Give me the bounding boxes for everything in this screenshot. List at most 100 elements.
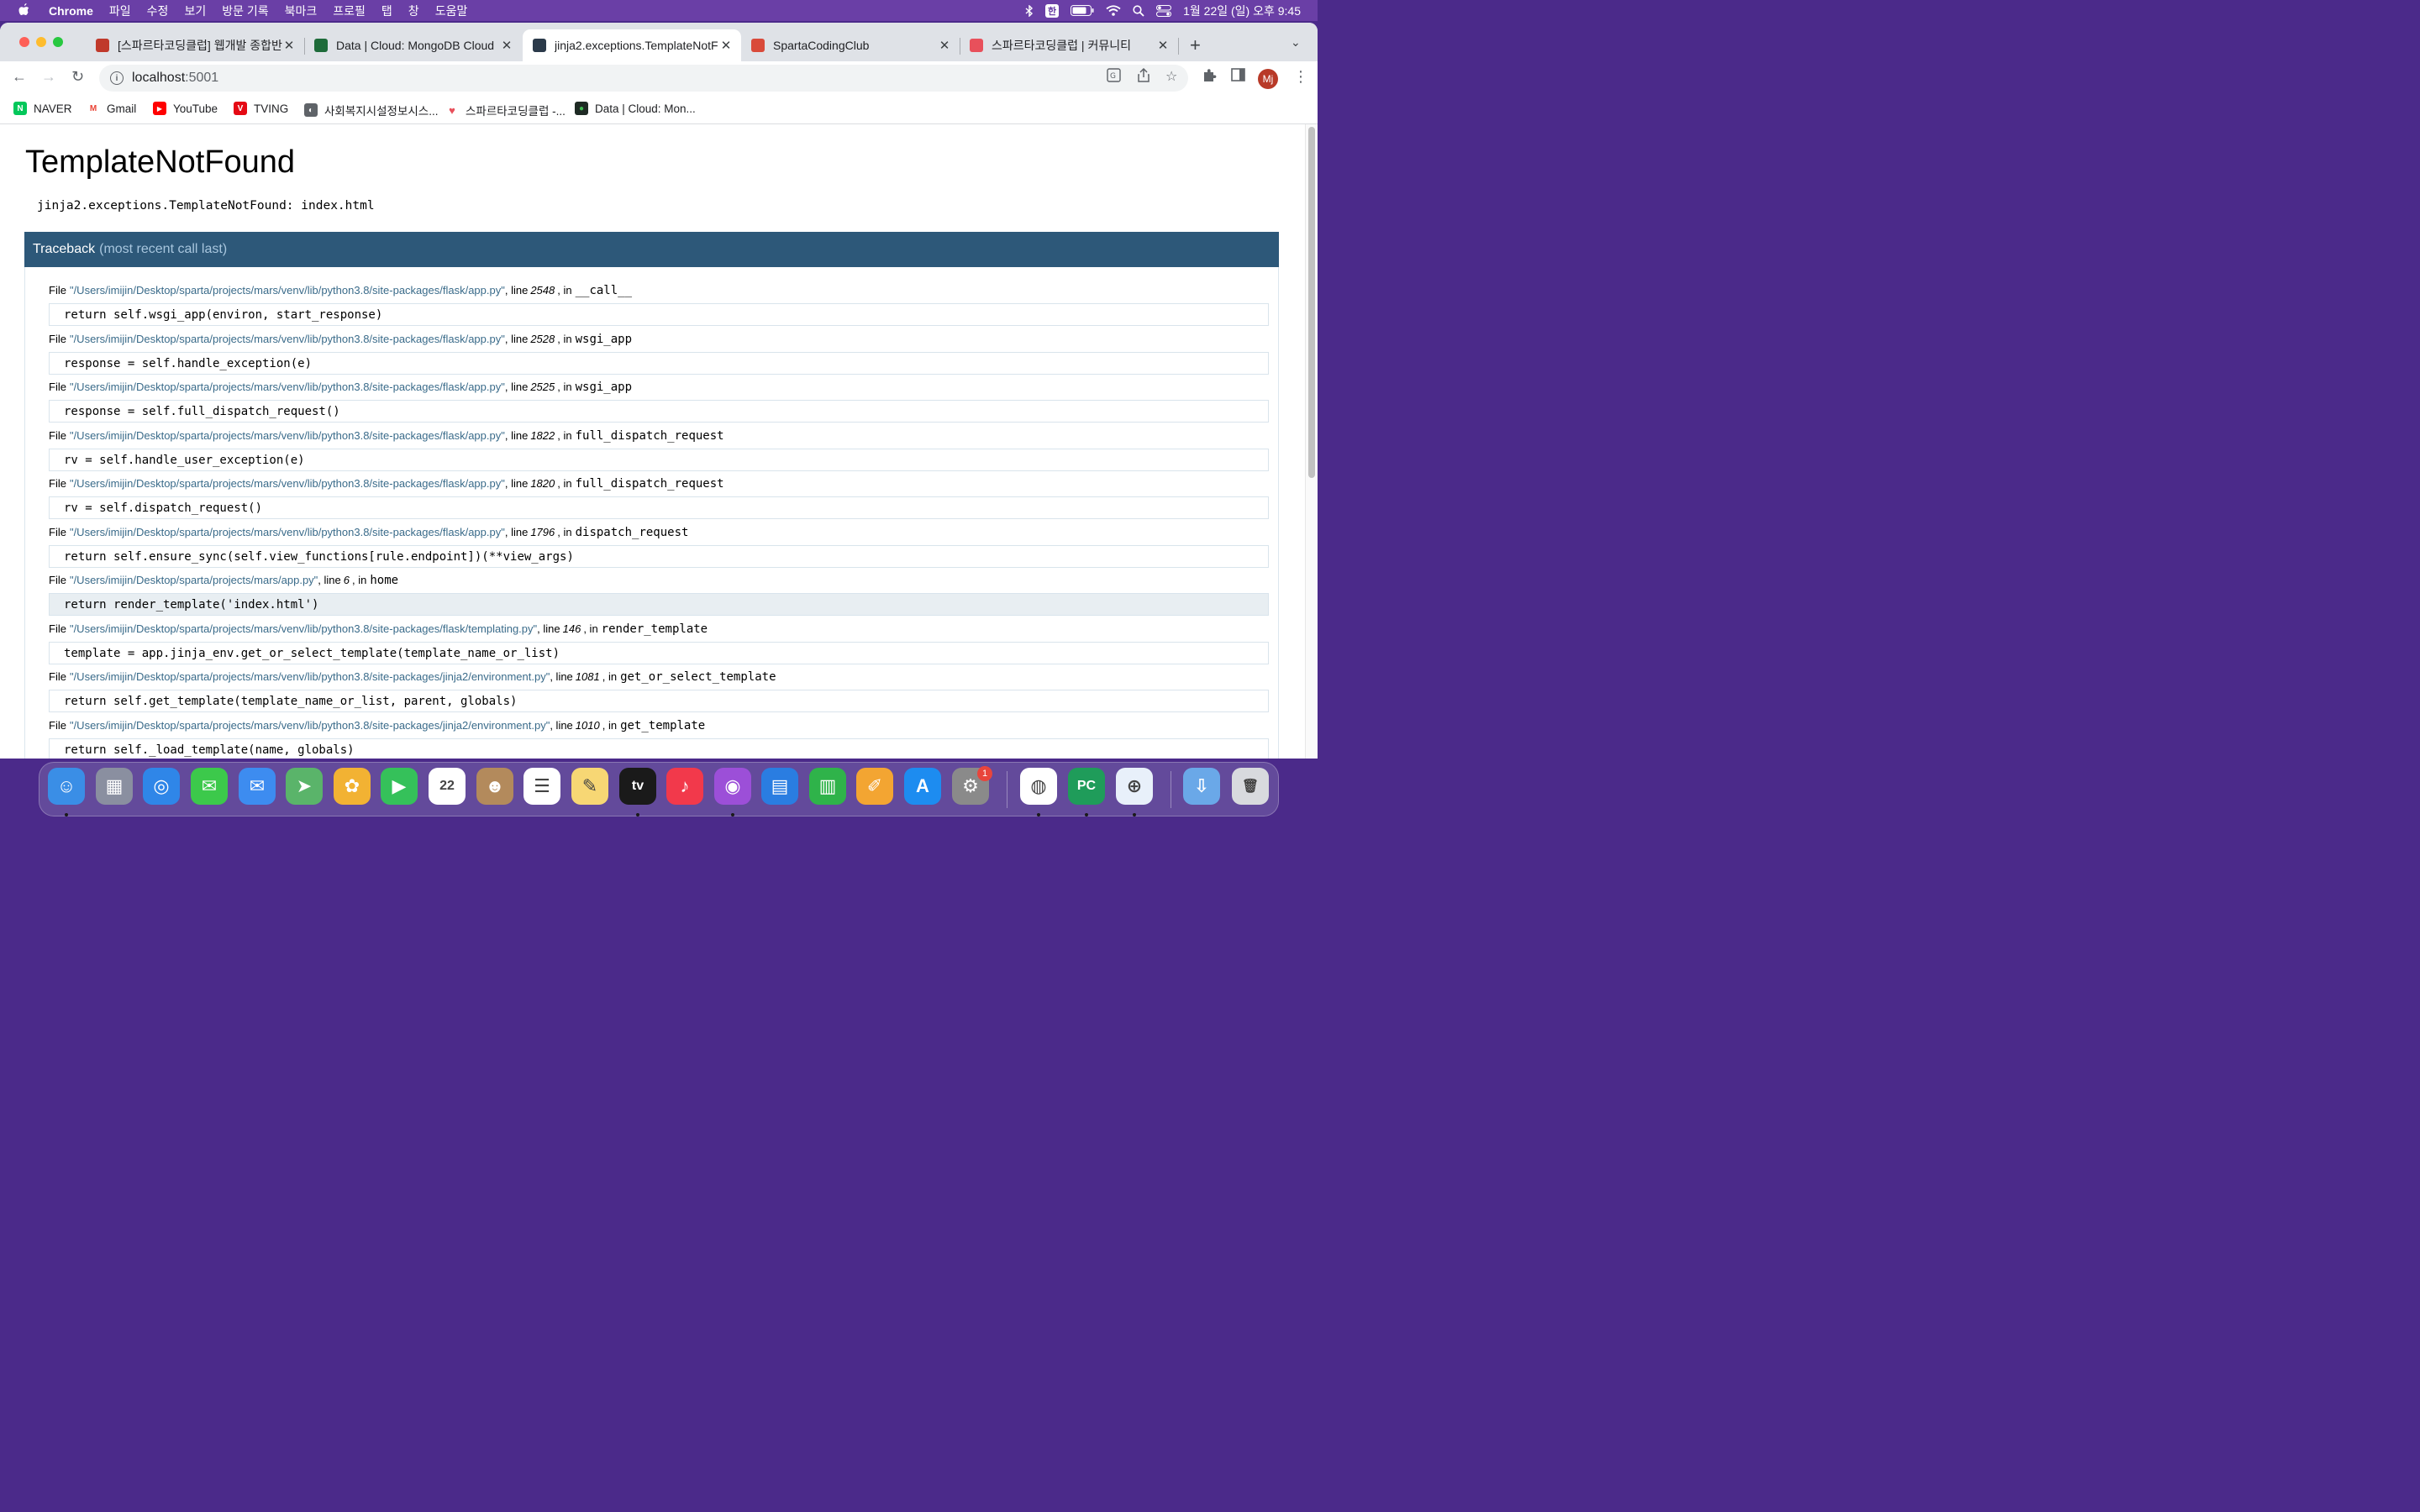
frame-source-line[interactable]: return self.get_template(template_name_o… — [49, 690, 1269, 712]
tab-close-icon[interactable]: ✕ — [500, 38, 513, 53]
bookmark-gmail[interactable]: M Gmail — [87, 102, 136, 115]
frame-file-path[interactable]: "/Users/imijin/Desktop/sparta/projects/m… — [70, 381, 505, 393]
tab-sparta-course[interactable]: [스파르타코딩클럽] 웹개발 종합반 - ✕ — [86, 29, 304, 61]
pages-icon[interactable]: ✐ — [856, 768, 893, 805]
menu-edit[interactable]: 수정 — [147, 3, 169, 19]
window-zoom-button[interactable] — [53, 37, 63, 47]
tab-mongodb[interactable]: Data | Cloud: MongoDB Cloud ✕ — [304, 29, 522, 61]
menu-file[interactable]: 파일 — [109, 3, 131, 19]
window-close-button[interactable] — [19, 37, 29, 47]
tab-close-icon[interactable]: ✕ — [719, 38, 733, 53]
extra-app-icon[interactable]: ⊕ — [1116, 768, 1153, 805]
messages-icon[interactable]: ✉ — [191, 768, 228, 805]
bookmark-tving[interactable]: V TVING — [234, 102, 288, 115]
frame-source-line[interactable]: return render_template('index.html') — [49, 593, 1269, 616]
frame-file-path[interactable]: "/Users/imijin/Desktop/sparta/projects/m… — [70, 284, 505, 297]
frame-source-line[interactable]: response = self.full_dispatch_request() — [49, 400, 1269, 423]
site-info-icon[interactable]: i — [110, 71, 124, 85]
menu-help[interactable]: 도움말 — [435, 3, 468, 19]
tab-close-icon[interactable]: ✕ — [938, 38, 951, 53]
window-minimize-button[interactable] — [36, 37, 46, 47]
new-tab-button[interactable]: + — [1190, 34, 1201, 56]
reload-icon[interactable]: ↻ — [71, 68, 84, 86]
tab-spartacodingclub[interactable]: SpartaCodingClub ✕ — [741, 29, 960, 61]
spotlight-search-icon[interactable] — [1133, 4, 1144, 17]
frame-file-path[interactable]: "/Users/imijin/Desktop/sparta/projects/m… — [70, 477, 505, 490]
forward-arrow-icon[interactable]: → — [41, 68, 56, 86]
menu-window[interactable]: 창 — [408, 3, 419, 19]
battery-icon[interactable] — [1071, 5, 1094, 16]
keynote-icon[interactable]: ▤ — [761, 768, 798, 805]
maps-icon[interactable]: ➤ — [286, 768, 323, 805]
translate-icon[interactable]: G — [1107, 68, 1121, 87]
frame-file-path[interactable]: "/Users/imijin/Desktop/sparta/projects/m… — [70, 622, 537, 635]
notes-icon[interactable]: ✎ — [571, 768, 608, 805]
frame-source-line[interactable]: response = self.handle_exception(e) — [49, 352, 1269, 375]
frame-source-line[interactable]: template = app.jinja_env.get_or_select_t… — [49, 642, 1269, 664]
tab-search-chevron-icon[interactable]: ⌄ — [1291, 35, 1301, 50]
app-store-icon[interactable]: A — [904, 768, 941, 805]
reminders-icon[interactable]: ☰ — [523, 768, 560, 805]
bookmark-mongodb[interactable]: ● Data | Cloud: Mon... — [575, 102, 696, 115]
tab-sparta-community[interactable]: 스파르타코딩클럽 | 커뮤니티 ✕ — [960, 29, 1178, 61]
frame-file-path[interactable]: "/Users/imijin/Desktop/sparta/projects/m… — [70, 333, 505, 345]
frame-source-line[interactable]: rv = self.dispatch_request() — [49, 496, 1269, 519]
frame-file-path[interactable]: "/Users/imijin/Desktop/sparta/projects/m… — [70, 526, 505, 538]
safari-icon[interactable]: ◎ — [143, 768, 180, 805]
menu-profiles[interactable]: 프로필 — [333, 3, 366, 19]
bookmark-youtube[interactable]: ▶ YouTube — [153, 102, 218, 115]
bookmark-social-welfare[interactable]: ◐ 사회복지시설정보시스... — [304, 102, 438, 118]
back-arrow-icon[interactable]: ← — [12, 68, 27, 86]
profile-avatar[interactable]: Mj — [1258, 69, 1278, 89]
bookmark-naver[interactable]: N NAVER — [13, 102, 72, 115]
apple-tv-icon[interactable]: tv — [619, 768, 656, 805]
tab-active-jinja-error[interactable]: jinja2.exceptions.TemplateNotF ✕ — [523, 29, 741, 61]
tab-close-icon[interactable]: ✕ — [1156, 38, 1170, 53]
podcasts-icon[interactable]: ◉ — [714, 768, 751, 805]
menu-view[interactable]: 보기 — [184, 3, 206, 19]
extensions-puzzle-icon[interactable] — [1202, 68, 1217, 87]
contacts-icon[interactable]: ☻ — [476, 768, 513, 805]
tab-close-icon[interactable]: ✕ — [282, 38, 296, 53]
frame-source-line[interactable]: rv = self.handle_user_exception(e) — [49, 449, 1269, 471]
control-center-icon[interactable] — [1156, 4, 1172, 17]
menu-app-name[interactable]: Chrome — [49, 4, 93, 18]
frame-file-path[interactable]: "/Users/imijin/Desktop/sparta/projects/m… — [70, 429, 505, 442]
bluetooth-icon[interactable] — [1025, 4, 1034, 17]
apple-menu-icon[interactable] — [17, 3, 32, 19]
numbers-icon[interactable]: ▥ — [809, 768, 846, 805]
address-bar[interactable]: i localhost:5001 — [99, 65, 1188, 92]
launchpad-icon[interactable]: ▦ — [96, 768, 133, 805]
downloads-folder-icon[interactable]: ⇩ — [1183, 768, 1220, 805]
wifi-icon[interactable] — [1106, 5, 1121, 16]
frame-file-path[interactable]: "/Users/imijin/Desktop/sparta/projects/m… — [70, 719, 550, 732]
menu-bookmarks[interactable]: 북마크 — [285, 3, 318, 19]
mail-icon[interactable]: ✉ — [239, 768, 276, 805]
pycharm-icon[interactable]: PC — [1068, 768, 1105, 805]
music-icon[interactable]: ♪ — [666, 768, 703, 805]
menu-tab[interactable]: 탭 — [381, 3, 392, 19]
chrome-menu-kebab-icon[interactable]: ⋮ — [1293, 68, 1308, 86]
facetime-icon[interactable]: ▶ — [381, 768, 418, 805]
input-method-icon[interactable]: 한 — [1045, 3, 1060, 18]
menu-history[interactable]: 방문 기록 — [222, 3, 268, 19]
menubar-clock[interactable]: 1월 22일 (일) 오후 9:45 — [1183, 3, 1301, 19]
frame-source-line[interactable]: return self.ensure_sync(self.view_functi… — [49, 545, 1269, 568]
side-panel-icon[interactable] — [1231, 68, 1245, 86]
calendar-icon[interactable]: 22 — [429, 768, 466, 805]
frame-file-path[interactable]: "/Users/imijin/Desktop/sparta/projects/m… — [70, 670, 550, 683]
bookmark-label: Data | Cloud: Mon... — [595, 102, 696, 115]
page-scrollbar[interactable] — [1305, 124, 1318, 759]
bookmark-sparta[interactable]: ♥ 스파르타코딩클럽 -... — [445, 102, 566, 118]
frame-file-path[interactable]: "/Users/imijin/Desktop/sparta/projects/m… — [70, 574, 318, 586]
bookmark-star-icon[interactable]: ☆ — [1165, 68, 1177, 85]
photos-icon[interactable]: ✿ — [334, 768, 371, 805]
trash-icon[interactable]: 🗑 — [1232, 768, 1269, 805]
frame-source-line[interactable]: return self.wsgi_app(environ, start_resp… — [49, 303, 1269, 326]
finder-icon[interactable]: ☺ — [48, 768, 85, 805]
chrome-icon[interactable]: ◍ — [1020, 768, 1057, 805]
frame-source-line[interactable]: return self._load_template(name, globals… — [49, 738, 1269, 759]
scrollbar-thumb[interactable] — [1308, 127, 1315, 478]
address-url[interactable]: localhost:5001 — [132, 71, 218, 86]
share-icon[interactable] — [1137, 67, 1150, 87]
